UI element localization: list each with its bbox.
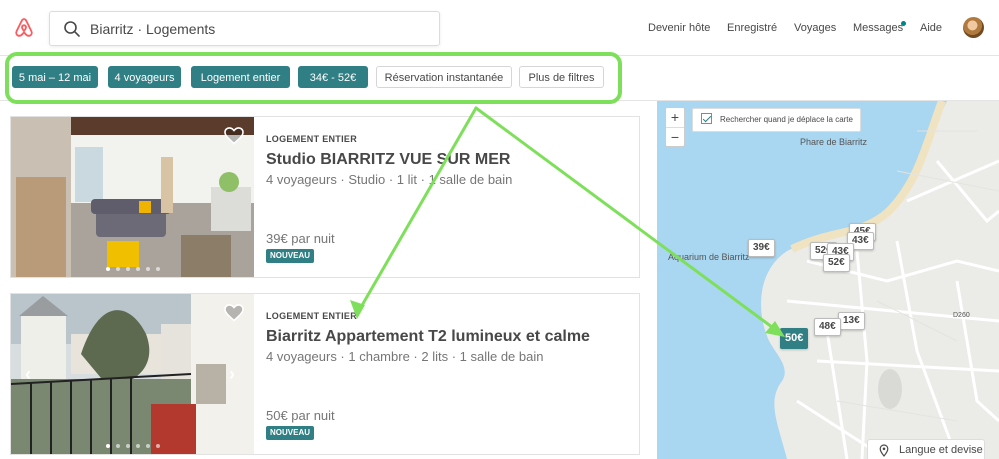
new-badge: NOUVEAU (266, 426, 315, 440)
listing-type-label: LOGEMENT ENTIER (266, 311, 358, 321)
listing-price: 50€ par nuit (266, 408, 335, 423)
nav-trips[interactable]: Voyages (794, 22, 836, 34)
checkbox-icon[interactable] (701, 113, 712, 125)
listing-card[interactable]: ‹ › LOGEMENT ENTIER Biarritz Appartement… (10, 293, 640, 455)
listing-photo[interactable]: ‹ › (11, 294, 254, 454)
map-price-pin[interactable]: 52€ (823, 254, 850, 272)
new-badge: NOUVEAU (266, 249, 315, 263)
user-avatar[interactable] (963, 17, 984, 38)
unread-messages-dot (901, 21, 906, 26)
listing-photo[interactable] (11, 117, 254, 277)
map-label-road: D260 (953, 312, 970, 319)
search-on-move-toggle[interactable]: Rechercher quand je déplace la carte (692, 108, 861, 132)
listing-title[interactable]: Studio BIARRITZ VUE SUR MER (266, 151, 510, 169)
airbnb-logo-icon[interactable] (12, 16, 36, 40)
nav-become-host[interactable]: Devenir hôte (648, 22, 710, 34)
heart-icon[interactable] (224, 127, 244, 145)
zoom-out-button[interactable]: − (666, 127, 684, 146)
search-box[interactable] (49, 11, 440, 46)
annotation-highlight (5, 52, 622, 104)
search-icon (64, 21, 80, 37)
nav-saved[interactable]: Enregistré (727, 22, 777, 34)
photo-pagination-dots (11, 267, 254, 271)
map-price-pin[interactable]: 39€ (748, 239, 775, 257)
map-price-pin[interactable]: 48€ (814, 318, 841, 336)
heart-icon[interactable] (224, 304, 244, 322)
photo-prev-arrow-icon[interactable]: ‹ (25, 364, 31, 385)
map-label-lighthouse: Phare de Biarritz (800, 137, 868, 147)
map-panel[interactable]: + − Rechercher quand je déplace la carte… (657, 101, 999, 459)
language-currency-button[interactable]: Langue et devise (867, 439, 985, 459)
map-price-pin-selected[interactable]: 50€ (780, 328, 809, 349)
nav-messages[interactable]: Messages (853, 22, 903, 34)
zoom-in-button[interactable]: + (666, 108, 684, 127)
photo-pagination-dots (11, 444, 254, 448)
listing-photo-image (11, 294, 254, 454)
listing-price: 39€ par nuit (266, 231, 335, 246)
map-label-aquarium: Aquarium de Biarritz (668, 252, 750, 262)
search-input[interactable] (90, 18, 430, 40)
pin-icon (879, 444, 889, 457)
zoom-controls: + − (665, 107, 685, 147)
listing-details: 4 voyageurs · 1 chambre · 2 lits · 1 sal… (266, 349, 544, 364)
listing-photo-image (11, 117, 254, 277)
map-background (657, 101, 999, 459)
search-on-move-label: Rechercher quand je déplace la carte (720, 115, 853, 124)
nav-help[interactable]: Aide (920, 22, 942, 34)
map-price-pin[interactable]: 13€ (838, 312, 865, 330)
listing-type-label: LOGEMENT ENTIER (266, 134, 358, 144)
listing-card[interactable]: LOGEMENT ENTIER Studio BIARRITZ VUE SUR … (10, 116, 640, 278)
listing-details: 4 voyageurs · Studio · 1 lit · 1 salle d… (266, 172, 513, 187)
listing-title[interactable]: Biarritz Appartement T2 lumineux et calm… (266, 328, 590, 346)
photo-next-arrow-icon[interactable]: › (229, 364, 235, 385)
top-header: Devenir hôte Enregistré Voyages Messages… (0, 0, 999, 56)
language-currency-label: Langue et devise (899, 444, 983, 456)
